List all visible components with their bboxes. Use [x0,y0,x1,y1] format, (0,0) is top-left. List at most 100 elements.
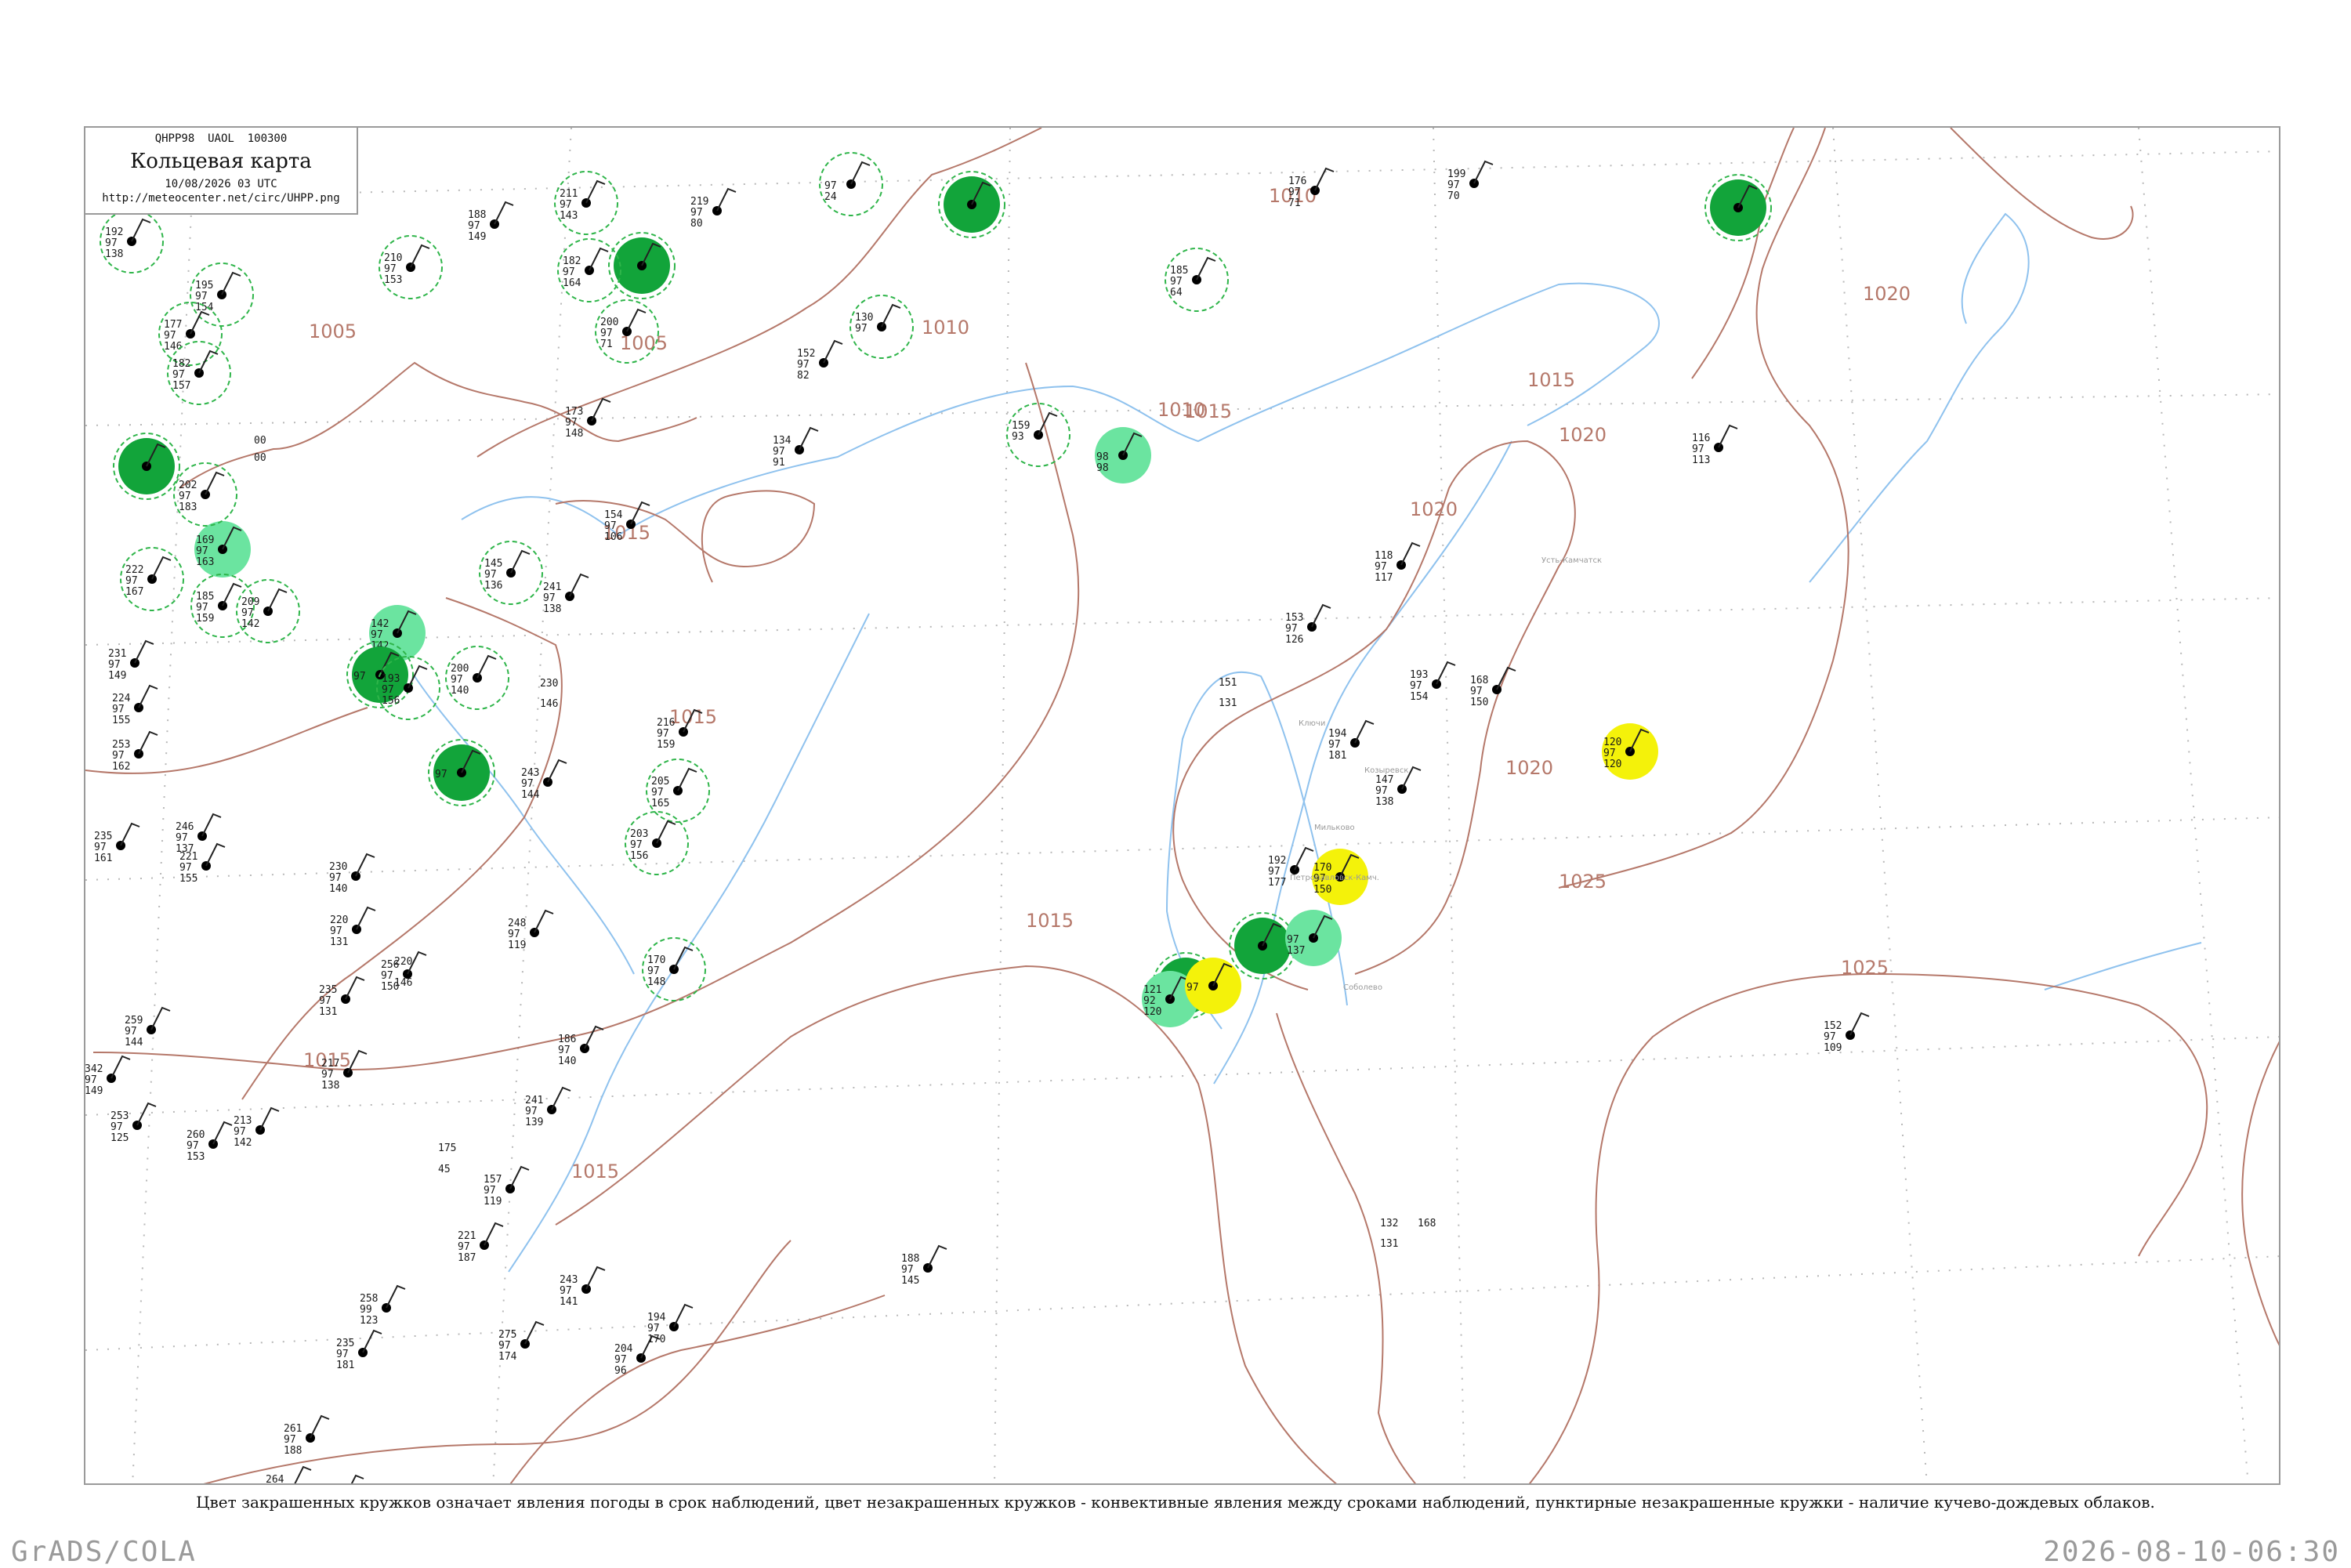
station-value: 182 [172,358,190,370]
station-plain: 26097153 [187,1121,233,1163]
station-value: 97 [321,1069,334,1081]
station-cb: 21097153 [379,235,443,299]
station-cb: 20997142 [236,579,300,643]
station-value: 64 [1170,287,1183,299]
station-value: 97 [195,291,208,302]
station-value: 97 [1288,186,1301,198]
station-value: 200 [451,663,469,675]
source-url: http://meteocenter.net/circ/UHPP.png [102,192,340,205]
station-plain: 25899123 [360,1284,406,1327]
station-cb: 13097 [849,295,914,359]
station-value: 188 [468,209,486,221]
loose-number-layer: 151 131 230 146 220 146 175 45 132 131 168 00 00 [254,435,1436,1250]
city-label: Усть-Камчатск [1541,556,1602,565]
station-fog: 12097120 [1602,723,1658,780]
station-value: 97 [797,359,810,371]
station-value: 97 [125,575,138,587]
station-value: 193 [382,673,400,685]
station-value: 199 [1447,168,1465,180]
station-value: 97 [94,842,107,853]
station-value: 97 [1328,739,1341,751]
station-value: 97 [125,1026,137,1037]
station-value: 97 [1824,1031,1836,1043]
station-value: 220 [330,914,348,926]
station-value: 97 [1692,444,1704,455]
station-value: 97 [560,199,572,211]
station-value: 192 [105,226,123,238]
station-value: 45 [438,1164,451,1175]
station-value: 97 [1470,686,1483,697]
station-value: 182 [563,255,581,267]
station-plain: 23097140 [329,853,375,895]
station-value: 220 [394,956,412,968]
station-plain: 19397154 [1410,661,1456,703]
station-value: 170 [647,1334,665,1345]
station-value: 219 [690,196,708,208]
station-value: 97 [381,970,393,982]
station-layer: 1699716314297142979798989713712192120971… [85,152,1870,1485]
station-value: 97 [565,417,578,429]
station-value: 97 [901,1264,914,1276]
station-value: 193 [1410,669,1428,681]
station-value: 152 [1824,1020,1842,1032]
station-plain: 18897145 [901,1244,947,1287]
station-value: 222 [125,564,143,576]
station-value: 97 [234,1126,246,1138]
station-value: 168 [1470,675,1488,686]
station-value: 97 [1375,561,1387,573]
station-value: 153 [1285,612,1303,624]
station-value: 146 [394,977,412,989]
station-value: 97 [110,1121,123,1133]
station-value: 97 [484,1185,496,1197]
station-value: 120 [1603,759,1621,770]
station-value: 146 [164,341,182,353]
station-value: 235 [94,831,112,842]
station-plain: 25997144 [125,1006,171,1048]
station-value: 159 [196,613,214,625]
station-plain: 18697140 [558,1025,604,1067]
station-value: 261 [284,1423,302,1435]
station-value: 24 [824,191,837,203]
station-cb: 15993 [1006,403,1070,467]
station-value: 177 [1268,877,1286,889]
station-plain: 23597181 [336,1329,382,1371]
station-value: 120 [1143,1006,1161,1018]
station-value: 275 [498,1329,516,1341]
station-value: 203 [630,828,648,840]
city-label: Мильково [1314,824,1355,832]
station-value: 97 [1186,982,1199,994]
station-value: 217 [321,1058,339,1070]
station-value: 243 [560,1274,578,1286]
station-plain: 27597174 [498,1320,545,1363]
station-value: 164 [563,277,581,289]
station-value: 97 [382,684,394,696]
map-canvas: 1005100510101010101010151015101510151015… [85,128,2279,1485]
station-value: 132 [1380,1218,1398,1229]
station-thunder [113,433,180,500]
station-cb: 18297164 [557,238,621,302]
wind-barb [350,1474,364,1483]
isobar-label: 1020 [1863,283,1911,305]
station-thunder [938,171,1005,238]
station-value: 216 [657,717,675,729]
station-value: 153 [187,1151,205,1163]
station-cb: 19297138 [100,209,164,273]
station-value: 248 [508,918,526,929]
isobar-label: 1025 [1559,871,1607,893]
station-plain: 25397162 [112,730,158,773]
station-value: 97 [112,704,125,715]
station-value: 175 [438,1143,456,1154]
station-value: 98 [1096,451,1109,463]
station-cb: 21197143 [554,171,618,235]
station-plain: 22197187 [458,1222,504,1264]
station-value: 123 [360,1315,378,1327]
station-plain: 1529782 [797,339,843,382]
station-value: 174 [498,1351,517,1363]
station-value: 97 [112,750,125,762]
station-dot [288,1484,297,1485]
station-value: 97 [1287,934,1299,946]
city-label: Петропавловск-Камч. [1290,874,1379,882]
station-value: 154 [195,302,214,313]
station-thunder: 97 [428,739,495,806]
city-label: Козыревск [1364,766,1408,775]
